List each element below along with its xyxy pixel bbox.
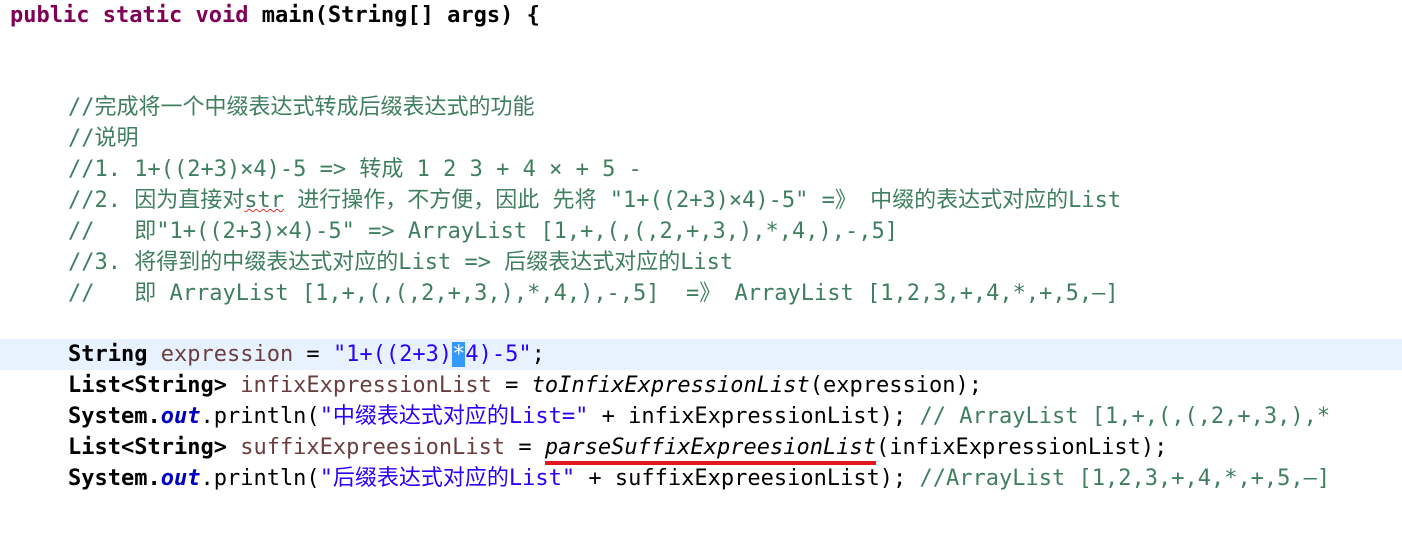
type-name: List<String> [68,373,227,398]
comment-line-7[interactable]: // 即 ArrayList [1,+,(,(,2,+,3,),*,4,),-,… [0,278,1402,309]
keyword-static: static [102,3,183,28]
comment-line-4[interactable]: //2. 因为直接对str 进行操作，不方便，因此 先将 "1+((2+3)×4… [0,185,1402,216]
inline-comment: // ArrayList [1,+,(,(,2,+,3,),* [906,404,1331,429]
comment-line-5[interactable]: // 即"1+((2+3)×4)-5" => ArrayList [1,+,(,… [0,216,1402,247]
method-signature: main(String[] args) { [261,3,540,28]
string-literal: "1+((2+3)*4)-5" [332,342,532,367]
type-name: List<String> [68,435,227,460]
method-call-to-infix[interactable]: toInfixExpressionList [532,373,810,398]
comment-line-2[interactable]: //说明 [0,123,1402,154]
code-line-suffix-list[interactable]: List<String> suffixExpreesionList = pars… [0,432,1402,465]
comment-text: // 即 ArrayList [1,+,(,(,2,+,3,),*,4,),-,… [68,281,1119,306]
spelling-warning-squiggle: str [244,188,284,213]
inline-comment: //ArrayList [1,2,3,+,4,*,+,5,–] [906,466,1331,491]
code-line-expression[interactable]: String expression = "1+((2+3)*4)-5"; [0,339,1402,370]
field-out: out [160,466,201,491]
text-selection[interactable]: * [452,342,466,367]
code-line-method-signature[interactable]: public static void main(String[] args) { [0,0,1402,31]
variable-suffix-list: suffixExpreesionList [240,435,506,460]
code-line-println-suffix[interactable]: System.out.println("后缀表达式对应的List" + suff… [0,463,1402,494]
string-literal: "后缀表达式对应的List" [319,466,576,491]
keyword-public: public [10,3,90,28]
code-editor[interactable]: public static void main(String[] args) {… [0,0,1402,506]
string-literal: "中缀表达式对应的List=" [319,404,589,429]
method-call-parse-suffix[interactable]: parseSuffixExpreesionList [544,435,876,465]
comment-text: // 即"1+((2+3)×4)-5" => ArrayList [1,+,(,… [68,219,898,244]
code-line-infix-list[interactable]: List<String> infixExpressionList = toInf… [0,370,1402,401]
comment-text: //2. 因为直接对 [68,188,245,213]
keyword-void: void [195,3,249,28]
type-name: String [68,342,148,367]
comment-text: //3. 将得到的中缀表达式对应的List => 后缀表达式对应的List [68,250,734,275]
comment-line-3[interactable]: //1. 1+((2+3)×4)-5 => 转成 1 2 3 + 4 × + 5… [0,154,1402,185]
comment-line-1[interactable]: //完成将一个中缀表达式转成后缀表达式的功能 [0,92,1402,123]
comment-text: //说明 [68,126,139,151]
code-line-println-infix[interactable]: System.out.println("中缀表达式对应的List=" + inf… [0,401,1402,432]
field-out: out [160,404,201,429]
comment-text: 进行操作，不方便，因此 先将 "1+((2+3)×4)-5" =》 中缀的表达式… [283,188,1122,213]
comment-text: //1. 1+((2+3)×4)-5 => 转成 1 2 3 + 4 × + 5… [68,157,642,182]
variable-expression: expression [160,342,294,367]
comment-line-6[interactable]: //3. 将得到的中缀表达式对应的List => 后缀表达式对应的List [0,247,1402,278]
comment-text: //完成将一个中缀表达式转成后缀表达式的功能 [68,95,535,120]
variable-infix-list: infixExpressionList [240,373,492,398]
